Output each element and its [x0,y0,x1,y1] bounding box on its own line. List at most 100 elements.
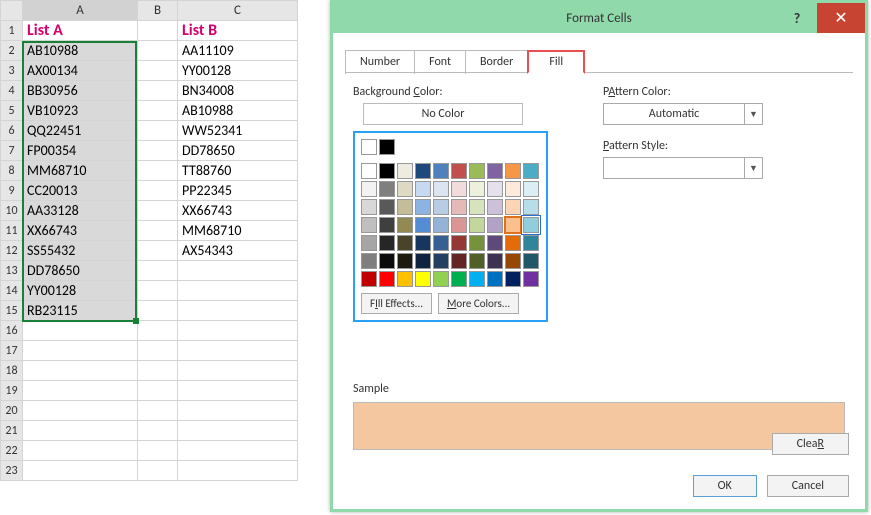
cell[interactable]: List A [23,21,138,41]
row-header[interactable]: 4 [1,81,23,101]
row-header[interactable]: 23 [1,461,23,481]
pattern-style-combo[interactable]: ▼ [603,157,763,179]
cell[interactable] [138,161,178,181]
cell[interactable] [138,201,178,221]
ok-button[interactable]: OK [693,475,757,497]
color-swatch[interactable] [487,217,503,233]
row-header[interactable]: 17 [1,341,23,361]
color-swatch[interactable] [379,217,395,233]
cell[interactable] [23,381,138,401]
row-header[interactable]: 13 [1,261,23,281]
color-swatch[interactable] [433,235,449,251]
color-swatch[interactable] [379,235,395,251]
color-swatch[interactable] [415,271,431,287]
cell[interactable] [23,441,138,461]
color-swatch[interactable] [487,271,503,287]
cell[interactable] [138,461,178,481]
color-swatch[interactable] [415,253,431,269]
color-swatch[interactable] [379,163,395,179]
row-header[interactable]: 9 [1,181,23,201]
cell[interactable]: MM68710 [23,161,138,181]
row-header[interactable]: 10 [1,201,23,221]
row-header[interactable]: 8 [1,161,23,181]
more-colors-button[interactable]: More Colors... [438,293,519,314]
color-swatch[interactable] [469,235,485,251]
cell[interactable] [23,401,138,421]
cell[interactable] [138,121,178,141]
cell[interactable] [138,401,178,421]
cell[interactable]: BN34008 [178,81,298,101]
color-swatch[interactable] [451,235,467,251]
cell[interactable] [23,321,138,341]
col-header-b[interactable]: B [138,1,178,21]
color-swatch[interactable] [361,163,377,179]
cell[interactable] [138,281,178,301]
cell[interactable]: FP00354 [23,141,138,161]
cell[interactable]: DD78650 [178,141,298,161]
row-header[interactable]: 6 [1,121,23,141]
color-swatch[interactable] [361,253,377,269]
color-swatch[interactable] [505,163,521,179]
cell[interactable]: DD78650 [23,261,138,281]
color-swatch[interactable] [523,163,539,179]
row-header[interactable]: 20 [1,401,23,421]
color-swatch[interactable] [451,199,467,215]
color-swatch[interactable] [505,253,521,269]
cell[interactable]: QQ22451 [23,121,138,141]
color-swatch[interactable] [415,163,431,179]
color-swatch[interactable] [379,181,395,197]
cell[interactable]: AB10988 [23,41,138,61]
row-header[interactable]: 3 [1,61,23,81]
cell[interactable] [138,101,178,121]
color-swatch[interactable] [397,181,413,197]
cell[interactable]: AA33128 [23,201,138,221]
cell[interactable]: TT88760 [178,161,298,181]
color-swatch[interactable] [361,235,377,251]
color-swatch[interactable] [469,163,485,179]
cell[interactable] [138,301,178,321]
color-swatch[interactable] [379,271,395,287]
cell[interactable]: AX00134 [23,61,138,81]
cell[interactable]: PP22345 [178,181,298,201]
color-swatch[interactable] [433,217,449,233]
color-swatch[interactable] [397,163,413,179]
cell[interactable] [178,321,298,341]
color-swatch[interactable] [451,271,467,287]
row-header[interactable]: 12 [1,241,23,261]
color-swatch[interactable] [505,235,521,251]
color-swatch[interactable] [469,181,485,197]
cell[interactable]: WW52341 [178,121,298,141]
tab-number[interactable]: Number [345,50,415,74]
clear-button[interactable]: CleaR [772,433,849,455]
cell[interactable] [138,381,178,401]
color-swatch[interactable] [505,217,521,233]
color-swatch[interactable] [469,217,485,233]
cell[interactable]: List B [178,21,298,41]
cell[interactable] [178,361,298,381]
cell[interactable] [138,321,178,341]
cell[interactable]: AB10988 [178,101,298,121]
color-swatch[interactable] [469,271,485,287]
color-swatch[interactable] [361,139,377,155]
color-swatch[interactable] [361,199,377,215]
color-swatch[interactable] [451,253,467,269]
color-swatch[interactable] [397,235,413,251]
cell[interactable]: XX66743 [178,201,298,221]
tab-border[interactable]: Border [465,50,528,74]
color-swatch[interactable] [397,271,413,287]
tab-font[interactable]: Font [414,50,466,74]
color-swatch[interactable] [451,217,467,233]
titlebar[interactable]: Format Cells ? ✕ [333,3,865,33]
color-swatch[interactable] [433,199,449,215]
color-swatch[interactable] [523,253,539,269]
color-swatch[interactable] [523,271,539,287]
row-header[interactable]: 1 [1,21,23,41]
tab-fill[interactable]: Fill [527,50,585,74]
color-swatch[interactable] [361,181,377,197]
color-swatch[interactable] [397,217,413,233]
row-header[interactable]: 2 [1,41,23,61]
cell[interactable] [138,61,178,81]
color-swatch[interactable] [523,235,539,251]
cell[interactable]: CC20013 [23,181,138,201]
color-swatch[interactable] [415,199,431,215]
